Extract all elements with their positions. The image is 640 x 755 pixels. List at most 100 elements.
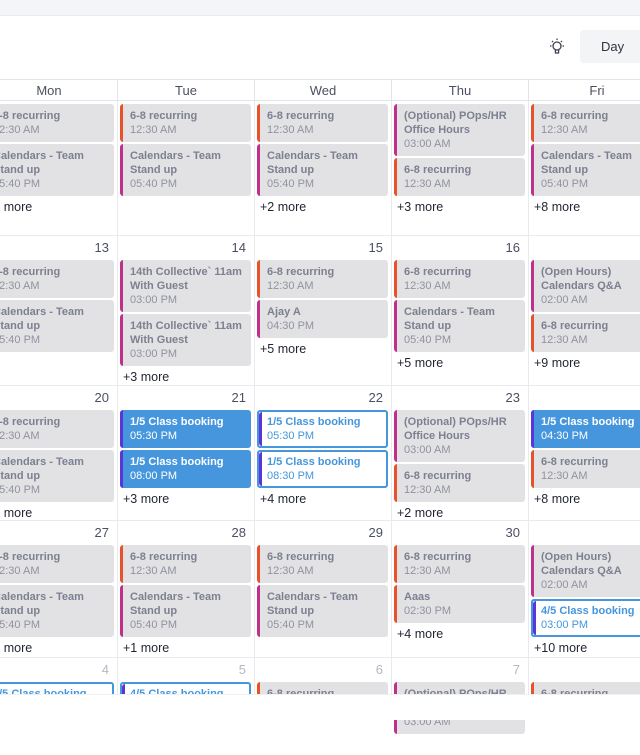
more-events-link[interactable] bbox=[394, 736, 525, 755]
calendar-event[interactable]: Calendars - Team Stand up 05:40 PM bbox=[0, 144, 114, 196]
more-events-link[interactable] bbox=[0, 354, 114, 373]
day-cell[interactable]: 29 6-8 recurring 12:30 AM Calendars - Team … bbox=[255, 521, 392, 657]
calendar-event[interactable]: Calendars - Team Stand up 05:40 PM bbox=[0, 450, 114, 502]
more-events-link[interactable]: +3 more bbox=[394, 198, 525, 217]
day-number[interactable]: 29 bbox=[257, 521, 388, 545]
day-number[interactable] bbox=[531, 521, 640, 545]
calendar-event[interactable]: 1/5 Class booking 08:30 PM bbox=[257, 450, 388, 488]
calendar-event[interactable]: 1/5 Class booking 05:30 PM bbox=[257, 410, 388, 448]
day-number[interactable]: 16 bbox=[394, 236, 525, 260]
calendar-event[interactable]: 6-8 recurring 12:30 AM bbox=[120, 104, 251, 142]
day-number[interactable]: 4 bbox=[0, 658, 114, 682]
day-number[interactable] bbox=[531, 236, 640, 260]
day-number[interactable]: 20 bbox=[0, 386, 114, 410]
more-events-link[interactable] bbox=[531, 722, 640, 741]
day-number[interactable]: 21 bbox=[120, 386, 251, 410]
day-cell[interactable]: 23 (Optional) POps/HR Office Hours 03:00 A… bbox=[392, 386, 529, 520]
day-number[interactable]: 6 bbox=[257, 658, 388, 682]
calendar-event[interactable]: Calendars - Team Stand up 05:40 PM bbox=[257, 144, 388, 196]
more-events-link[interactable]: +10 more bbox=[531, 639, 640, 658]
calendar-event[interactable]: 14th Collective` 11am With Guest 03:00 PM bbox=[120, 314, 251, 366]
day-cell[interactable]: 6-8 recurring 12:30 AM Calendars - Team St… bbox=[529, 101, 640, 235]
day-number[interactable]: 23 bbox=[394, 386, 525, 410]
day-number[interactable] bbox=[531, 386, 640, 410]
calendar-event[interactable]: 1/5 Class booking 08:00 PM bbox=[120, 450, 251, 488]
more-events-link[interactable]: +2 more bbox=[257, 198, 388, 217]
calendar-event[interactable]: 6-8 recurring 12:30 AM bbox=[394, 260, 525, 298]
calendar-event[interactable]: 6-8 recurring 12:30 AM bbox=[257, 104, 388, 142]
day-cell[interactable]: 15 6-8 recurring 12:30 AM Ajay A 04:30 PM +5 … bbox=[255, 236, 392, 385]
more-events-link[interactable]: +8 more bbox=[531, 198, 640, 217]
calendar-event[interactable]: 6-8 recurring 12:30 AM bbox=[0, 545, 114, 583]
more-events-link[interactable]: +3 more bbox=[120, 368, 251, 387]
calendar-event[interactable]: 6-8 recurring 12:30 AM bbox=[531, 104, 640, 142]
more-events-link[interactable]: +5 more bbox=[0, 198, 114, 217]
more-events-link[interactable]: +4 more bbox=[257, 490, 388, 509]
day-number[interactable]: 22 bbox=[257, 386, 388, 410]
calendar-event[interactable]: 1/5 Class booking 04:30 PM bbox=[531, 410, 640, 448]
calendar-event[interactable]: Calendars - Team Stand up 05:40 PM bbox=[120, 585, 251, 637]
more-events-link[interactable]: +3 more bbox=[120, 490, 251, 509]
more-events-link[interactable]: +5 more bbox=[0, 639, 114, 658]
calendar-event[interactable]: Calendars - Team Stand up 05:40 PM bbox=[257, 585, 388, 637]
day-cell[interactable]: 27 6-8 recurring 12:30 AM Calendars - Team … bbox=[0, 521, 118, 657]
day-cell[interactable]: 14 14th Collective` 11am With Guest 03:00 … bbox=[118, 236, 255, 385]
calendar-event[interactable]: 6-8 recurring 12:30 AM bbox=[531, 450, 640, 488]
day-cell[interactable]: 6-8 recurring 12:30 AM Calendars - Team St… bbox=[255, 101, 392, 235]
day-cell[interactable]: 21 1/5 Class booking 05:30 PM 1/5 Class boo… bbox=[118, 386, 255, 520]
calendar-event[interactable]: (Open Hours) Calendars Q&A 02:00 AM bbox=[531, 260, 640, 312]
day-number[interactable]: 30 bbox=[394, 521, 525, 545]
more-events-link[interactable] bbox=[120, 198, 251, 217]
more-events-link[interactable] bbox=[120, 722, 251, 741]
day-number[interactable]: 15 bbox=[257, 236, 388, 260]
calendar-event[interactable]: 4/5 Class booking 03:00 PM bbox=[531, 599, 640, 637]
day-number[interactable] bbox=[531, 658, 640, 682]
calendar-event[interactable]: Calendars - Team Stand up 05:40 PM bbox=[0, 585, 114, 637]
day-number[interactable]: 5 bbox=[120, 658, 251, 682]
day-number[interactable]: 14 bbox=[120, 236, 251, 260]
calendar-event[interactable]: 6-8 recurring 12:30 AM bbox=[394, 464, 525, 502]
day-cell[interactable]: (Open Hours) Calendars Q&A 02:00 AM 4/5 Cl… bbox=[529, 521, 640, 657]
calendar-event[interactable]: 6-8 recurring 12:30 AM bbox=[531, 314, 640, 352]
calendar-event[interactable]: 6-8 recurring 12:30 AM bbox=[394, 158, 525, 196]
calendar-event[interactable]: 6-8 recurring 12:30 AM bbox=[394, 545, 525, 583]
day-cell[interactable]: 22 1/5 Class booking 05:30 PM 1/5 Class boo… bbox=[255, 386, 392, 520]
more-events-link[interactable]: +5 more bbox=[257, 340, 388, 359]
day-cell[interactable]: 16 6-8 recurring 12:30 AM Calendars - Team … bbox=[392, 236, 529, 385]
calendar-event[interactable]: Calendars - Team Stand up 05:40 PM bbox=[120, 144, 251, 196]
calendar-event[interactable]: 6-8 recurring 12:30 AM bbox=[0, 104, 114, 142]
day-cell[interactable]: (Open Hours) Calendars Q&A 02:00 AM 6-8 re… bbox=[529, 236, 640, 385]
calendar-event[interactable]: (Open Hours) Calendars Q&A 02:00 AM bbox=[531, 545, 640, 597]
calendar-event[interactable]: Calendars - Team Stand up 05:40 PM bbox=[531, 144, 640, 196]
calendar-event[interactable]: (Optional) POps/HR Office Hours 03:00 AM bbox=[394, 410, 525, 462]
day-number[interactable]: 13 bbox=[0, 236, 114, 260]
day-cell[interactable]: (Optional) POps/HR Office Hours 03:00 AM 6… bbox=[392, 101, 529, 235]
calendar-event[interactable]: 14th Collective` 11am With Guest 03:00 PM bbox=[120, 260, 251, 312]
day-cell[interactable]: 6-8 recurring 12:30 AM Calendars - Team St… bbox=[118, 101, 255, 235]
lightbulb-icon[interactable] bbox=[547, 37, 567, 57]
more-events-link[interactable]: +9 more bbox=[531, 354, 640, 373]
more-events-link[interactable]: +1 more bbox=[120, 639, 251, 658]
day-cell[interactable]: 20 6-8 recurring 12:30 AM Calendars - Team … bbox=[0, 386, 118, 520]
calendar-event[interactable]: 6-8 recurring 12:30 AM bbox=[120, 545, 251, 583]
more-events-link[interactable]: +8 more bbox=[531, 490, 640, 509]
calendar-event[interactable]: 6-8 recurring 12:30 AM bbox=[257, 260, 388, 298]
calendar-event[interactable]: Calendars - Team Stand up 05:40 PM bbox=[0, 300, 114, 352]
more-events-link[interactable] bbox=[0, 722, 114, 741]
day-cell[interactable]: 28 6-8 recurring 12:30 AM Calendars - Team … bbox=[118, 521, 255, 657]
calendar-event[interactable]: 6-8 recurring 12:30 AM bbox=[0, 260, 114, 298]
day-cell[interactable]: 30 6-8 recurring 12:30 AM Aaas 02:30 PM +4 mo… bbox=[392, 521, 529, 657]
day-number[interactable]: 7 bbox=[394, 658, 525, 682]
day-cell[interactable]: 6-8 recurring 12:30 AM Calendars - Team St… bbox=[0, 101, 118, 235]
day-number[interactable]: 28 bbox=[120, 521, 251, 545]
calendar-event[interactable]: Aaas 02:30 PM bbox=[394, 585, 525, 623]
calendar-event[interactable]: (Optional) POps/HR Office Hours 03:00 AM bbox=[394, 104, 525, 156]
more-events-link[interactable]: +4 more bbox=[394, 625, 525, 644]
calendar-event[interactable]: 6-8 recurring 12:30 AM bbox=[257, 545, 388, 583]
calendar-event[interactable]: Calendars - Team Stand up 05:40 PM bbox=[394, 300, 525, 352]
more-events-link[interactable] bbox=[257, 639, 388, 658]
day-view-button[interactable]: Day bbox=[580, 30, 640, 63]
more-events-link[interactable]: +5 more bbox=[394, 354, 525, 373]
calendar-event[interactable]: 6-8 recurring 12:30 AM bbox=[0, 410, 114, 448]
calendar-event[interactable]: 1/5 Class booking 05:30 PM bbox=[120, 410, 251, 448]
